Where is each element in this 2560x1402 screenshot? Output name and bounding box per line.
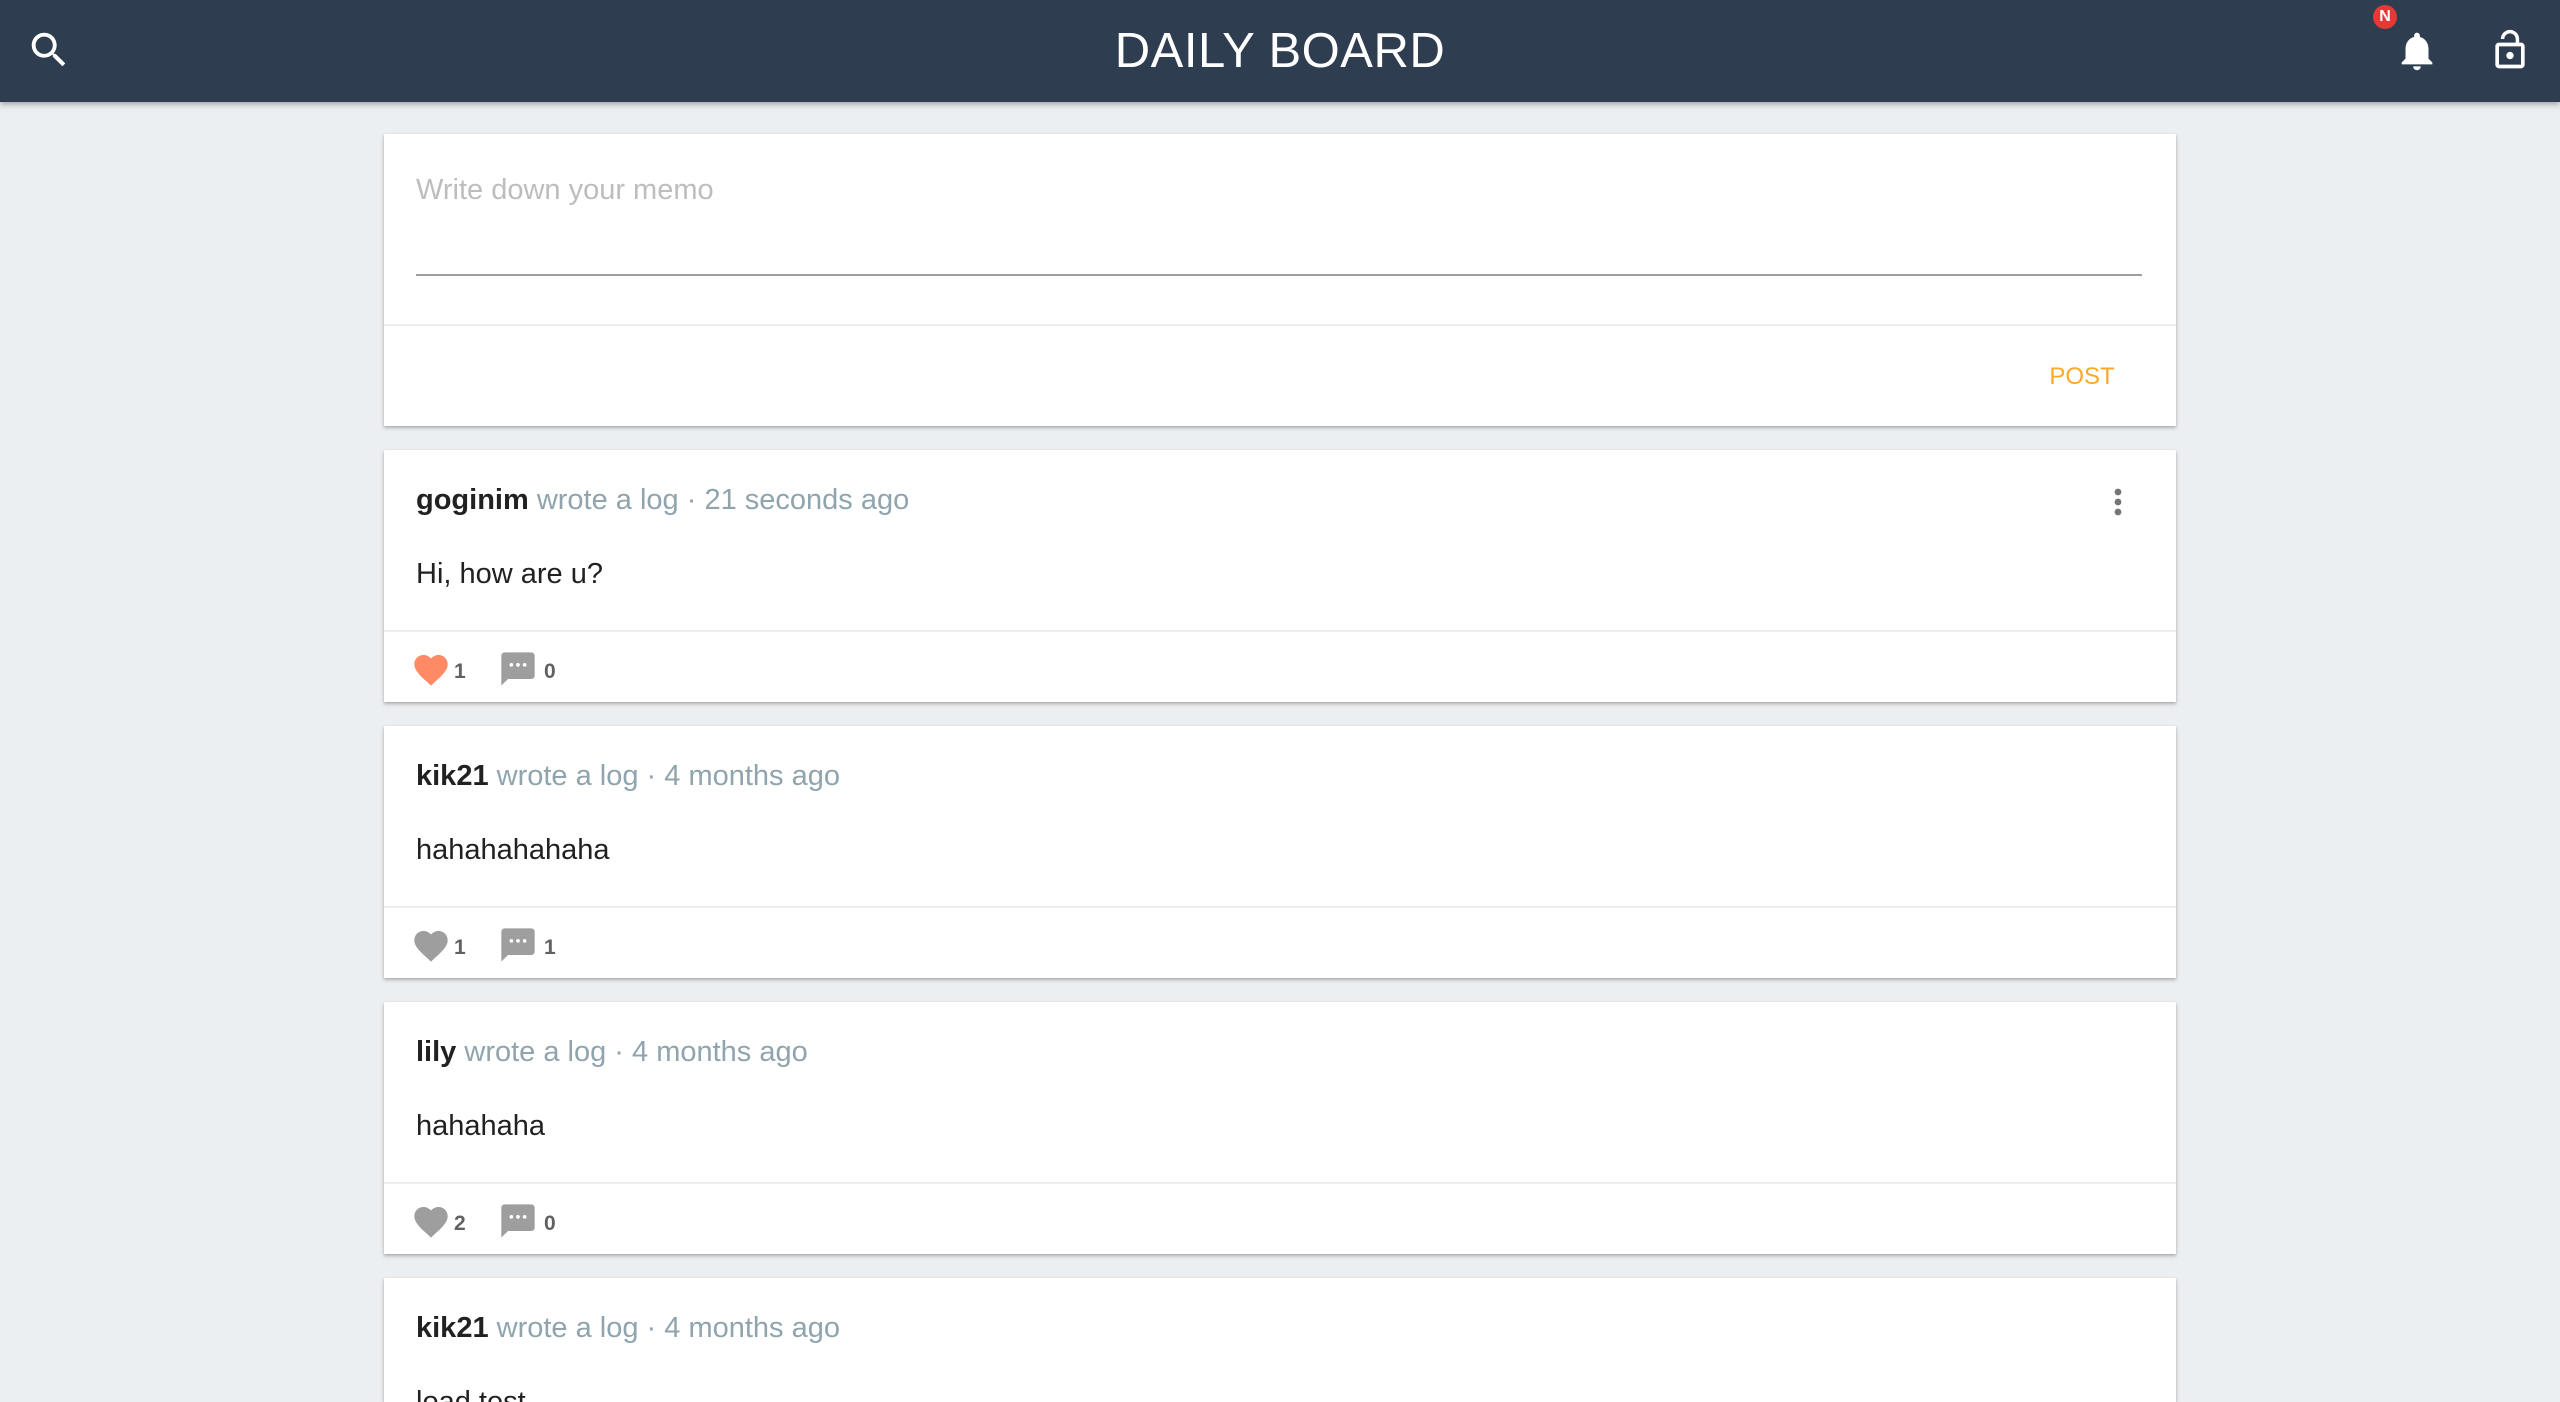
star-count: 1 [454, 936, 466, 959]
heart-icon[interactable] [408, 1202, 454, 1242]
log-header: lily wrote a log · 4 months ago [416, 1036, 808, 1069]
notification-badge[interactable]: N [2373, 5, 2397, 29]
log-meta: wrote a log · 4 months ago [464, 1036, 808, 1068]
write-divider [384, 324, 2176, 326]
log-meta: wrote a log · 4 months ago [496, 1312, 840, 1344]
log-contents: hahahaha [416, 1110, 546, 1142]
comment-icon[interactable] [498, 649, 538, 689]
log-card: kik21 wrote a log · 4 months ago hahahah… [384, 726, 2176, 978]
log-author[interactable]: kik21 [416, 760, 489, 792]
star-count: 2 [454, 1212, 466, 1235]
log-contents: Hi, how are u? [416, 558, 603, 590]
comment-icon[interactable] [498, 1201, 538, 1241]
log-author[interactable]: kik21 [416, 1312, 489, 1344]
search-icon[interactable] [26, 27, 72, 73]
log-card: goginim wrote a log · 21 seconds ago Hi,… [384, 450, 2176, 702]
log-card: kik21 wrote a log · 4 months ago load te… [384, 1278, 2176, 1402]
heart-icon[interactable] [408, 650, 454, 690]
bell-icon[interactable] [2394, 26, 2440, 76]
log-divider [384, 630, 2176, 632]
log-meta: wrote a log · 4 months ago [496, 760, 840, 792]
log-contents: load test [416, 1386, 526, 1402]
log-card: lily wrote a log · 4 months ago hahahaha… [384, 1002, 2176, 1254]
log-divider [384, 906, 2176, 908]
heart-icon[interactable] [408, 926, 454, 966]
comment-count: 0 [544, 660, 556, 683]
memo-input[interactable] [416, 160, 2142, 276]
log-header: goginim wrote a log · 21 seconds ago [416, 484, 909, 517]
log-header: kik21 wrote a log · 4 months ago [416, 760, 840, 793]
comment-count: 1 [544, 936, 556, 959]
post-button[interactable]: POST [2034, 355, 2130, 399]
log-divider [384, 1182, 2176, 1184]
top-bar: DAILY BOARD N [0, 0, 2560, 102]
more-options-icon[interactable] [2102, 484, 2134, 520]
log-author[interactable]: lily [416, 1036, 456, 1068]
lock-open-icon[interactable] [2488, 25, 2532, 75]
log-contents: hahahahahaha [416, 834, 610, 866]
log-meta: wrote a log · 21 seconds ago [536, 484, 910, 516]
log-author[interactable]: goginim [416, 484, 529, 516]
comment-icon[interactable] [498, 925, 538, 965]
comment-count: 0 [544, 1212, 556, 1235]
app-title[interactable]: DAILY BOARD [0, 0, 2560, 102]
star-count: 1 [454, 660, 466, 683]
write-card [384, 134, 2176, 426]
log-header: kik21 wrote a log · 4 months ago [416, 1312, 840, 1345]
